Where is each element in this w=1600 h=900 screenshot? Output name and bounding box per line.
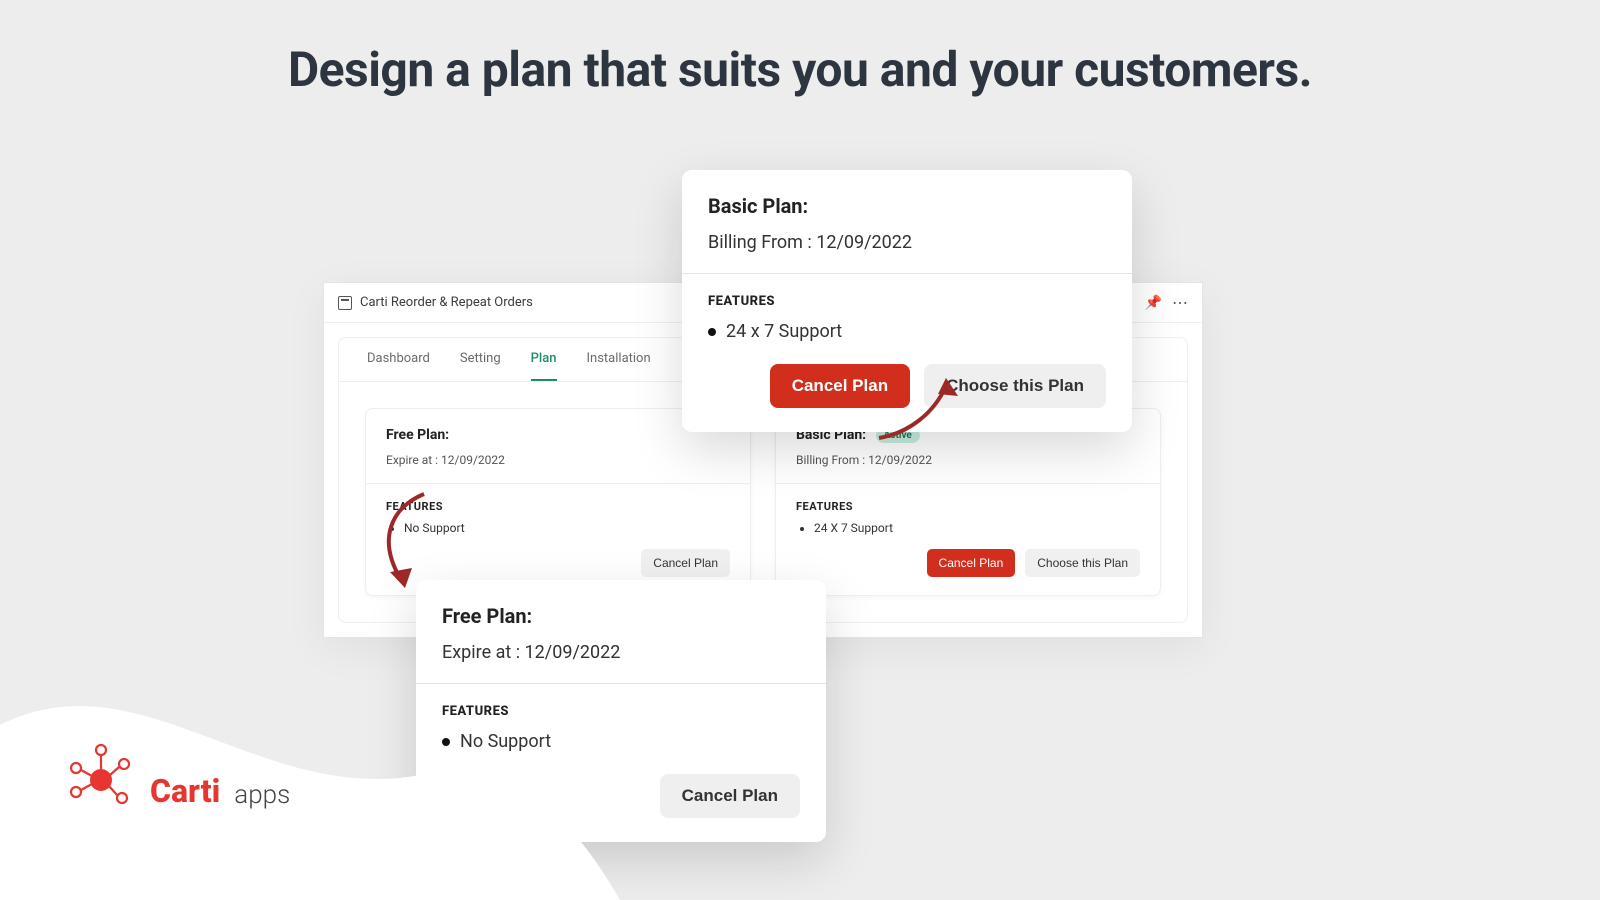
- choose-plan-button[interactable]: Choose this Plan: [924, 364, 1106, 408]
- basic-feature: 24 X 7 Support: [814, 519, 1140, 537]
- free-feature: No Support: [404, 519, 730, 537]
- cancel-plan-button[interactable]: Cancel Plan: [927, 549, 1016, 577]
- divider: [776, 483, 1160, 484]
- window-icon: [338, 296, 352, 310]
- tab-setting[interactable]: Setting: [460, 351, 501, 381]
- logo-mark-icon: [66, 740, 136, 810]
- basic-plan-sub: Billing From : 12/09/2022: [796, 453, 1140, 467]
- choose-plan-button[interactable]: Choose this Plan: [1025, 549, 1140, 577]
- bullet-icon: [708, 328, 716, 336]
- tab-plan[interactable]: Plan: [531, 351, 557, 381]
- plan-card-basic: Basic Plan: Active Billing From : 12/09/…: [775, 408, 1161, 596]
- plan-card-free: Free Plan: Expire at : 12/09/2022 FEATUR…: [365, 408, 751, 596]
- callout-feature: 24 x 7 Support: [708, 321, 1106, 342]
- brand-logo: Carti apps: [66, 740, 290, 810]
- free-plan-sub: Expire at : 12/09/2022: [386, 453, 730, 467]
- cancel-plan-button[interactable]: Cancel Plan: [660, 774, 800, 818]
- callout-title: Basic Plan:: [708, 194, 1106, 218]
- callout-sub: Billing From : 12/09/2022: [708, 232, 1106, 253]
- brand-suffix: apps: [234, 780, 290, 810]
- features-heading: FEATURES: [796, 500, 1140, 513]
- page-headline: Design a plan that suits you and your cu…: [0, 0, 1600, 100]
- more-icon[interactable]: ⋯: [1172, 293, 1188, 312]
- callout-title: Free Plan:: [442, 604, 800, 628]
- features-heading: FEATURES: [708, 294, 1106, 309]
- tab-installation[interactable]: Installation: [587, 351, 651, 381]
- features-heading: FEATURES: [386, 500, 730, 513]
- cancel-plan-button[interactable]: Cancel Plan: [641, 549, 730, 577]
- divider: [682, 273, 1132, 274]
- feature-text: 24 x 7 Support: [726, 321, 842, 342]
- callout-basic: Basic Plan: Billing From : 12/09/2022 FE…: [682, 170, 1132, 432]
- app-title: Carti Reorder & Repeat Orders: [360, 295, 533, 310]
- brand-name: Carti: [150, 772, 220, 810]
- pin-icon[interactable]: 📌: [1145, 295, 1162, 311]
- tab-dashboard[interactable]: Dashboard: [367, 351, 430, 381]
- free-plan-title: Free Plan:: [386, 427, 730, 443]
- cancel-plan-button[interactable]: Cancel Plan: [770, 364, 910, 408]
- divider: [366, 483, 750, 484]
